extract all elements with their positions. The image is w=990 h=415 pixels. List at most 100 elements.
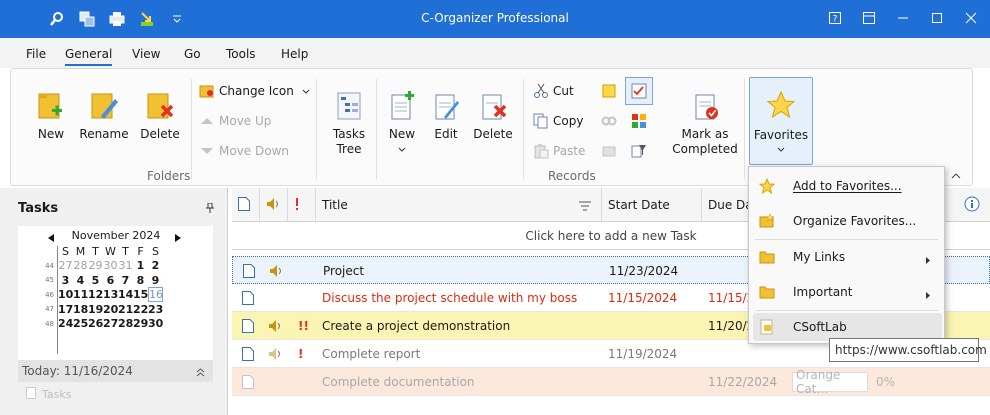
filter-icon[interactable]	[631, 143, 647, 159]
calendar-month: November 2024	[71, 229, 161, 242]
calendar-day[interactable]: 31	[118, 259, 133, 272]
link-icon[interactable]	[601, 113, 617, 129]
task-start-date: 11/23/2024	[609, 264, 679, 278]
calendar-day[interactable]: 12	[88, 288, 103, 301]
close-icon[interactable]	[962, 9, 980, 27]
column-type[interactable]	[232, 188, 260, 222]
move-down-button[interactable]: Move Down	[199, 143, 289, 159]
change-icon-button[interactable]: Change Icon	[199, 83, 310, 99]
calendar-day[interactable]: 21	[118, 303, 133, 316]
my-links-item[interactable]: My Links	[749, 243, 944, 271]
checklist-toggle-button[interactable]	[625, 77, 653, 105]
calendar-day[interactable]: 24	[58, 317, 73, 330]
calendar-day[interactable]: 7	[118, 274, 133, 287]
menu-view[interactable]: View	[132, 47, 160, 61]
calendar-day[interactable]: 15	[133, 288, 148, 301]
calendar-day[interactable]: 22	[133, 303, 148, 316]
tree-icon	[334, 91, 364, 121]
calendar-day[interactable]: 4	[73, 274, 88, 287]
calendar-day[interactable]: 9	[148, 274, 163, 287]
tasks-link[interactable]: Tasks	[26, 387, 71, 402]
attachment-icon[interactable]	[601, 143, 617, 159]
next-month-icon[interactable]	[175, 231, 181, 245]
column-reminder[interactable]	[260, 188, 288, 222]
calendar-day[interactable]: 2	[148, 259, 163, 272]
calendar-day[interactable]: 18	[73, 303, 88, 316]
column-title[interactable]: Title	[316, 188, 602, 222]
new-folder-button[interactable]: New	[33, 91, 69, 142]
calendar-day[interactable]: 20	[103, 303, 118, 316]
menu-tools[interactable]: Tools	[226, 47, 256, 61]
important-item[interactable]: Important	[749, 278, 944, 306]
mark-completed-button[interactable]: Mark as Completed	[669, 91, 741, 157]
copy-button[interactable]: Copy	[533, 113, 583, 129]
minimize-icon[interactable]	[894, 9, 912, 27]
submenu-arrow-icon	[926, 253, 930, 267]
calendar-day[interactable]: 30	[148, 317, 163, 330]
calendar-day[interactable]: 28	[118, 317, 133, 330]
today-bar[interactable]: Today: 11/16/2024	[18, 360, 213, 382]
tasks-tree-button[interactable]: Tasks Tree	[329, 91, 369, 157]
folder-icon	[759, 284, 775, 300]
calendar-day[interactable]: 29	[133, 317, 148, 330]
tasks-list-icon	[26, 387, 36, 402]
filter-lines-icon[interactable]	[579, 200, 591, 214]
calendar-day[interactable]: 30	[103, 259, 118, 272]
menu-file[interactable]: File	[26, 47, 46, 61]
pin-icon[interactable]	[206, 202, 214, 216]
link-page-icon	[759, 319, 775, 335]
calendar-day[interactable]: 19	[88, 303, 103, 316]
move-up-button[interactable]: Move Up	[199, 113, 271, 129]
organize-favorites-item[interactable]: Organize Favorites...	[749, 207, 944, 235]
calendar-day[interactable]: 26	[88, 317, 103, 330]
calendar-day[interactable]: 11	[73, 288, 88, 301]
calendar-day[interactable]: 14	[118, 288, 133, 301]
calendar-day[interactable]: 27	[58, 259, 73, 272]
rename-folder-button[interactable]: Rename	[78, 91, 130, 142]
menu-help[interactable]: Help	[281, 47, 308, 61]
add-to-favorites-item[interactable]: Add to Favorites...	[749, 172, 944, 200]
calendar-day[interactable]: 28	[73, 259, 88, 272]
calendar-day[interactable]: 13	[103, 288, 118, 301]
calendar-day[interactable]: 27	[103, 317, 118, 330]
edit-record-button[interactable]: Edit	[430, 91, 462, 142]
task-category: Orange Cat…	[792, 368, 868, 396]
copy-label: Copy	[553, 114, 584, 128]
calendar-day[interactable]: 17	[58, 303, 73, 316]
reminder-icon	[262, 340, 284, 368]
calendar-day[interactable]: 25	[73, 317, 88, 330]
menu-go[interactable]: Go	[184, 47, 201, 61]
task-row[interactable]: Complete documentation 11/22/2024 Orange C…	[232, 368, 990, 396]
calendar-day[interactable]: 5	[88, 274, 103, 287]
calendar-day[interactable]: 6	[103, 274, 118, 287]
column-start-date[interactable]: Start Date	[602, 188, 702, 222]
calendar-week: 47 17 18 19 20 21 22 23	[18, 302, 163, 317]
menu-general[interactable]: General	[65, 47, 113, 66]
delete-record-button[interactable]: Delete	[473, 91, 513, 142]
cut-button[interactable]: Cut	[533, 83, 574, 99]
new-record-button[interactable]: New	[384, 91, 420, 157]
delete-folder-button[interactable]: Delete	[139, 91, 181, 142]
calendar-day[interactable]: 8	[133, 274, 148, 287]
column-priority[interactable]	[288, 188, 316, 222]
favorites-button[interactable]: Favorites	[749, 77, 813, 165]
csoftlab-item[interactable]: CSoftLab	[753, 313, 942, 341]
calendar-day[interactable]: 23	[148, 303, 163, 316]
organize-favorites-label: Organize Favorites...	[793, 214, 917, 228]
category-icon[interactable]	[631, 113, 647, 129]
delete-folder-icon	[145, 91, 175, 121]
calendar-day[interactable]: 3	[58, 274, 73, 287]
move-down-label: Move Down	[219, 144, 289, 158]
calendar-day[interactable]: 1	[133, 259, 148, 272]
paste-button[interactable]: Paste	[533, 143, 585, 159]
note-icon[interactable]	[601, 83, 617, 99]
maximize-icon[interactable]	[928, 9, 946, 27]
calendar-day[interactable]: 29	[88, 259, 103, 272]
info-icon[interactable]	[964, 196, 980, 215]
help-icon[interactable]: ?	[826, 9, 844, 27]
calendar-day[interactable]: 10	[58, 288, 73, 301]
calendar-day[interactable]: 16	[148, 287, 163, 303]
collapse-ribbon-icon[interactable]	[951, 169, 961, 183]
ribbon-display-icon[interactable]	[860, 9, 878, 27]
collapse-up-icon[interactable]	[196, 366, 205, 380]
